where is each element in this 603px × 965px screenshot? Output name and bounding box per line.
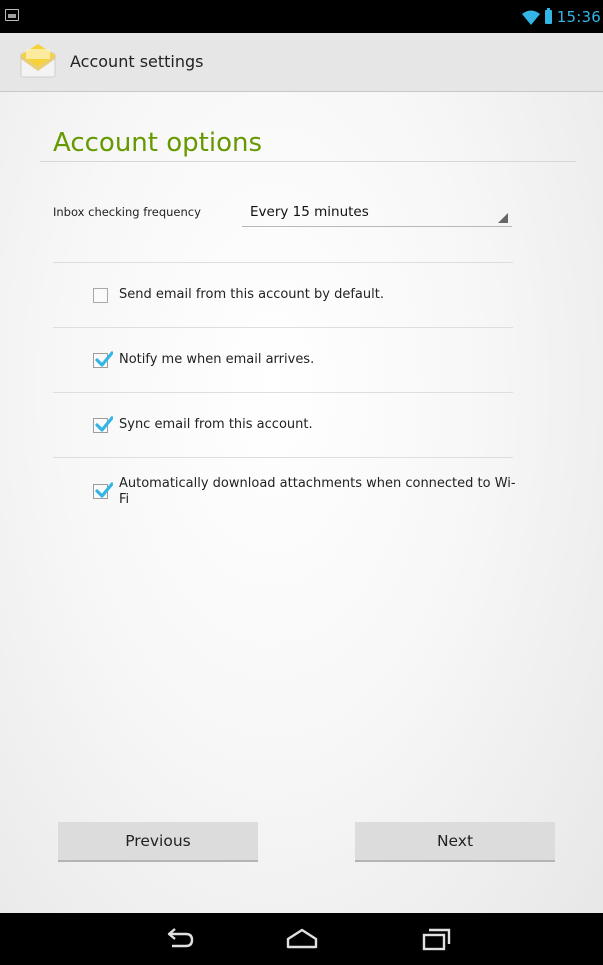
inbox-frequency-label: Inbox checking frequency	[53, 205, 201, 219]
checkbox-checked[interactable]	[93, 416, 113, 433]
back-icon[interactable]	[160, 925, 200, 953]
next-button[interactable]: Next	[355, 822, 555, 862]
action-bar-title: Account settings	[70, 52, 204, 71]
option-label: Send email from this account by default.	[119, 287, 384, 302]
divider	[53, 262, 513, 263]
email-envelope-icon	[20, 44, 56, 78]
option-label: Notify me when email arrives.	[119, 352, 315, 367]
status-bar: 15:36	[0, 0, 603, 33]
recent-apps-icon[interactable]	[418, 925, 458, 953]
clock: 15:36	[556, 8, 601, 26]
previous-button[interactable]: Previous	[58, 822, 258, 862]
battery-icon	[544, 8, 552, 24]
image-notification-icon	[5, 9, 19, 21]
option-label: Sync email from this account.	[119, 417, 313, 432]
section-divider	[40, 161, 576, 162]
option-label: Automatically download attachments when …	[119, 476, 516, 507]
checkbox-checked[interactable]	[93, 351, 113, 368]
dropdown-arrow-icon	[498, 213, 508, 223]
inbox-frequency-value: Every 15 minutes	[250, 204, 369, 220]
divider	[53, 392, 513, 393]
navigation-bar	[0, 913, 603, 965]
home-icon[interactable]	[282, 925, 322, 953]
page-title: Account options	[53, 128, 263, 158]
checkmark-icon	[95, 482, 113, 498]
checkmark-icon	[95, 351, 113, 367]
divider	[53, 327, 513, 328]
checkbox-checked[interactable]	[93, 482, 113, 499]
checkbox-unchecked[interactable]	[93, 288, 108, 303]
status-indicators: 15:36	[521, 7, 601, 27]
inbox-frequency-dropdown[interactable]: Every 15 minutes	[242, 196, 512, 227]
checkmark-icon	[95, 416, 113, 432]
wifi-icon	[521, 10, 540, 25]
divider	[53, 457, 513, 458]
action-bar: Account settings	[0, 33, 603, 92]
